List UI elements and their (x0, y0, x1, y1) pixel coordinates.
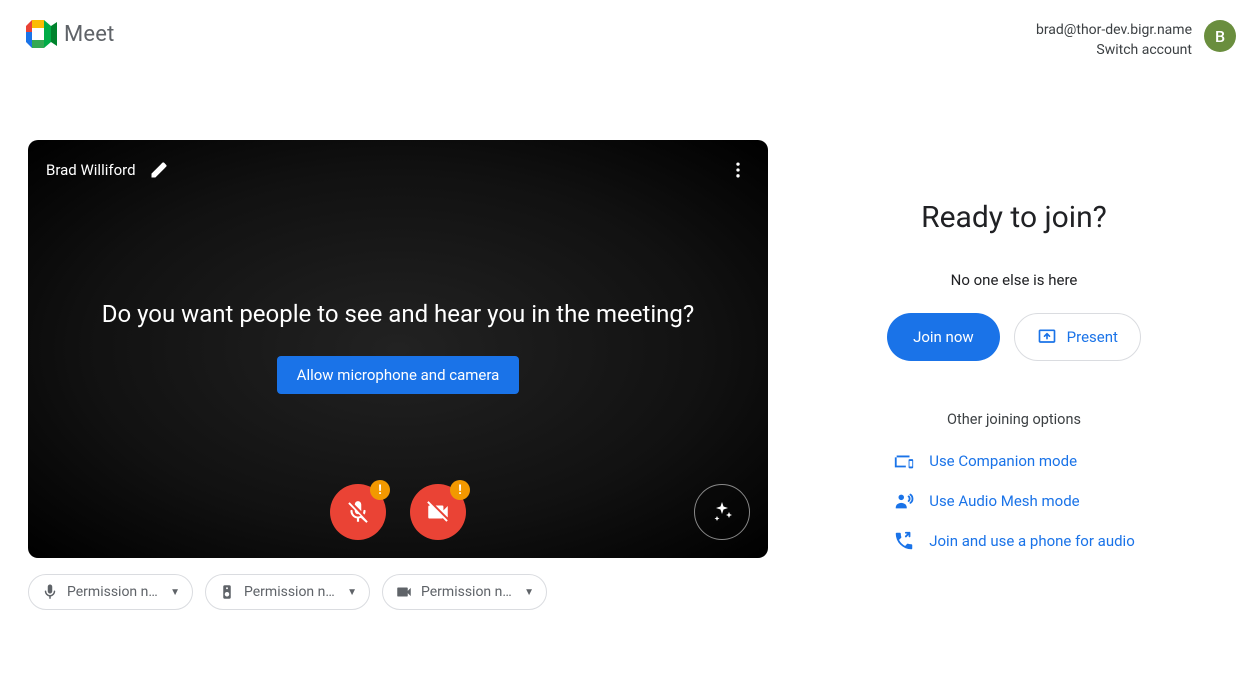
devices-icon (893, 450, 915, 472)
more-vert-icon (728, 160, 748, 180)
participants-subtitle: No one else is here (951, 271, 1078, 289)
device-selectors: Permission ne… ▼ Permission ne… ▼ (28, 574, 768, 610)
account-email: brad@thor-dev.bigr.name (1036, 20, 1192, 40)
camera-selector[interactable]: Permission ne… ▼ (382, 574, 547, 610)
participant-name: Brad Williford (46, 161, 136, 179)
permission-prompt: Do you want people to see and hear you i… (28, 300, 768, 394)
account-area: brad@thor-dev.bigr.name Switch account B (1036, 20, 1236, 60)
camera-icon (395, 583, 413, 601)
present-icon (1037, 327, 1057, 347)
participant-name-row: Brad Williford (46, 161, 168, 179)
speaker-selector[interactable]: Permission ne… ▼ (205, 574, 370, 610)
caret-down-icon: ▼ (524, 587, 534, 598)
right-panel: Ready to join? No one else is here Join … (808, 140, 1260, 610)
mic-selector-label: Permission ne… (67, 584, 162, 600)
mic-toggle-button[interactable]: ! (330, 484, 386, 540)
mic-icon (41, 583, 59, 601)
camera-off-icon (425, 499, 451, 525)
audio-mesh-option[interactable]: Use Audio Mesh mode (893, 490, 1135, 512)
phone-audio-label: Join and use a phone for audio (929, 532, 1135, 550)
allow-mic-camera-button[interactable]: Allow microphone and camera (277, 356, 520, 394)
edit-name-icon[interactable] (150, 161, 168, 179)
caret-down-icon: ▼ (347, 587, 357, 598)
mic-alert-badge: ! (370, 480, 390, 500)
present-label: Present (1067, 328, 1118, 346)
phone-audio-option[interactable]: Join and use a phone for audio (893, 530, 1135, 552)
audio-mesh-icon (893, 490, 915, 512)
preview-top-bar: Brad Williford (46, 154, 754, 186)
media-controls: ! ! (28, 484, 768, 540)
other-options-title: Other joining options (947, 411, 1081, 428)
ready-heading: Ready to join? (921, 200, 1107, 235)
mic-selector[interactable]: Permission ne… ▼ (28, 574, 193, 610)
visual-effects-button[interactable] (694, 484, 750, 540)
companion-mode-label: Use Companion mode (929, 452, 1077, 470)
other-options-list: Use Companion mode Use Audio Mesh mode (893, 450, 1135, 552)
permission-question: Do you want people to see and hear you i… (28, 300, 768, 328)
speaker-selector-label: Permission ne… (244, 584, 339, 600)
audio-mesh-label: Use Audio Mesh mode (929, 492, 1079, 510)
join-now-button[interactable]: Join now (887, 313, 1000, 361)
avatar[interactable]: B (1204, 20, 1236, 52)
companion-mode-option[interactable]: Use Companion mode (893, 450, 1135, 472)
camera-selector-label: Permission ne… (421, 584, 516, 600)
meet-logo-icon (24, 20, 58, 48)
header: Meet brad@thor-dev.bigr.name Switch acco… (0, 0, 1260, 60)
camera-alert-badge: ! (450, 480, 470, 500)
switch-account-link[interactable]: Switch account (1036, 40, 1192, 60)
brand-name: Meet (64, 22, 115, 47)
brand[interactable]: Meet (24, 20, 115, 48)
speaker-icon (218, 583, 236, 601)
caret-down-icon: ▼ (170, 587, 180, 598)
account-text: brad@thor-dev.bigr.name Switch account (1036, 20, 1192, 60)
join-actions: Join now Present (887, 313, 1141, 361)
present-button[interactable]: Present (1014, 313, 1141, 361)
sparkle-icon (710, 500, 734, 524)
phone-audio-icon (893, 530, 915, 552)
mic-off-icon (345, 499, 371, 525)
left-column: Brad Williford Do you wa (28, 140, 768, 610)
more-options-button[interactable] (722, 154, 754, 186)
main: Brad Williford Do you wa (0, 120, 1260, 610)
video-preview: Brad Williford Do you wa (28, 140, 768, 558)
camera-toggle-button[interactable]: ! (410, 484, 466, 540)
